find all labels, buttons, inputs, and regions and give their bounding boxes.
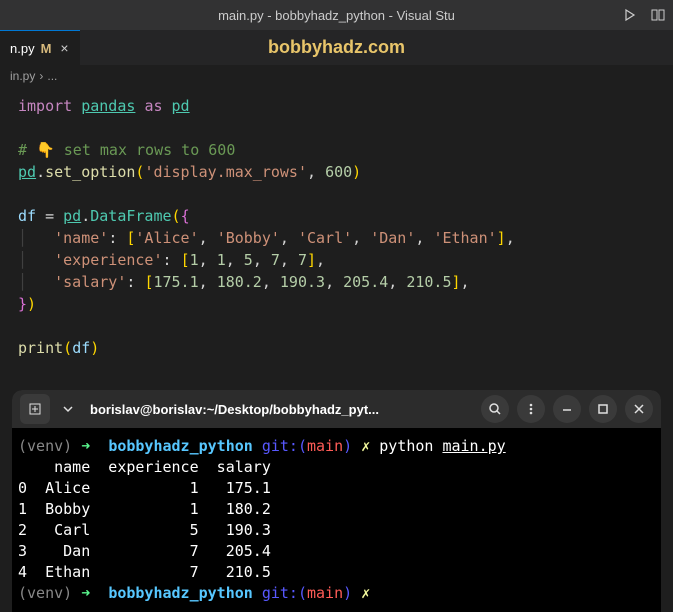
terminal-title: borislav@borislav:~/Desktop/bobbyhadz_py… [90,402,379,417]
split-icon[interactable] [651,8,665,22]
class-dataframe: DataFrame [90,207,171,225]
output-row: 1 Bobby 1 180.2 [18,499,655,520]
dict-key: 'experience' [54,251,162,269]
str-val: 'Dan' [370,229,415,247]
tab-modified-indicator: M [41,41,52,56]
num-val: 180.2 [217,273,262,291]
tab-main-py[interactable]: n.py M × [0,30,80,65]
prompt-git: git:( [262,437,307,455]
output-header: name experience salary [18,457,655,478]
terminal-body[interactable]: (venv) ➜ bobbyhadz_python git:(main) ✗ p… [12,428,661,612]
cmd-file: main.py [442,437,505,455]
str-val: 'Ethan' [433,229,496,247]
prompt-venv: (venv) [18,437,72,455]
output-row: 4 Ethan 7 210.5 [18,562,655,583]
output-row: 3 Dan 7 205.4 [18,541,655,562]
breadcrumb[interactable]: in.py › ... [0,65,673,87]
minimize-icon[interactable] [553,395,581,423]
prompt-gitclose: ) [343,584,352,602]
menu-icon[interactable] [517,395,545,423]
window-titlebar: main.py - bobbyhadz_python - Visual Stu [0,0,673,30]
search-icon[interactable] [481,395,509,423]
keyword-import: import [18,97,72,115]
code-editor[interactable]: import pandas as pd # 👇 set max rows to … [0,87,673,367]
breadcrumb-more: ... [47,69,57,83]
ref-pd: pd [63,207,81,225]
close-icon[interactable] [625,395,653,423]
tab-bar: n.py M × bobbyhadz.com [0,30,673,65]
str-arg: 'display.max_rows' [144,163,307,181]
var-df: df [18,207,36,225]
dict-key: 'name' [54,229,108,247]
tab-label: n.py [10,41,35,56]
new-tab-icon[interactable] [20,394,50,424]
titlebar-actions [623,8,665,22]
keyword-as: as [144,97,162,115]
dropdown-icon[interactable] [58,394,78,424]
terminal-panel: borislav@borislav:~/Desktop/bobbyhadz_py… [12,390,661,612]
var-df: df [72,339,90,357]
prompt-dirty: ✗ [361,437,370,455]
output-row: 0 Alice 1 175.1 [18,478,655,499]
dict-key: 'salary' [54,273,126,291]
num-val: 5 [244,251,253,269]
ref-pd: pd [18,163,36,181]
prompt-venv: (venv) [18,584,72,602]
terminal-header: borislav@borislav:~/Desktop/bobbyhadz_py… [12,390,661,428]
num-val: 190.3 [280,273,325,291]
breadcrumb-sep: › [39,69,43,83]
output-row: 2 Carl 5 190.3 [18,520,655,541]
fn-print: print [18,339,63,357]
comment: # 👇 set max rows to 600 [18,141,235,159]
cmd-python: python [379,437,433,455]
str-val: 'Bobby' [217,229,280,247]
alias-pd: pd [172,97,190,115]
page-brand: bobbyhadz.com [268,37,405,58]
num-val: 7 [271,251,280,269]
run-icon[interactable] [623,8,637,22]
module-pandas: pandas [81,97,135,115]
num-val: 175.1 [153,273,198,291]
fn-set-option: set_option [45,163,135,181]
close-icon[interactable]: × [57,40,71,56]
prompt-dir: bobbyhadz_python [108,437,253,455]
num-arg: 600 [325,163,352,181]
prompt-arrow: ➜ [81,437,90,455]
num-val: 205.4 [343,273,388,291]
num-val: 7 [298,251,307,269]
maximize-icon[interactable] [589,395,617,423]
str-val: 'Carl' [298,229,352,247]
prompt-arrow: ➜ [81,584,90,602]
str-val: 'Alice' [135,229,198,247]
num-val: 1 [217,251,226,269]
prompt-branch: main [307,437,343,455]
prompt-gitclose: ) [343,437,352,455]
prompt-branch: main [307,584,343,602]
prompt-dir: bobbyhadz_python [108,584,253,602]
num-val: 210.5 [406,273,451,291]
window-title: main.py - bobbyhadz_python - Visual Stu [218,8,455,23]
prompt-dirty: ✗ [361,584,370,602]
num-val: 1 [190,251,199,269]
breadcrumb-file: in.py [10,69,35,83]
prompt-git: git:( [262,584,307,602]
